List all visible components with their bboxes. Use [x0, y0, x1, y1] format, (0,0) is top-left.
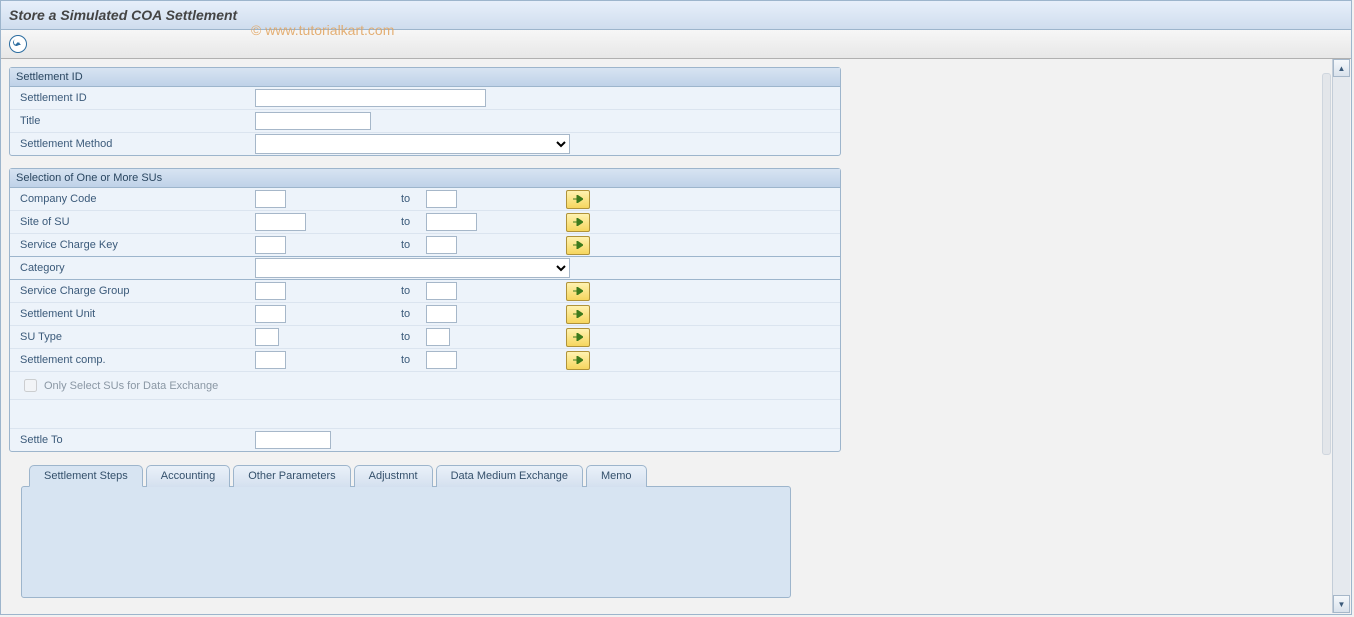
input-settlement-unit-to[interactable] — [426, 305, 457, 323]
input-company-code-to[interactable] — [426, 190, 457, 208]
tab-memo[interactable]: Memo — [586, 465, 647, 487]
execute-icon[interactable] — [9, 35, 27, 53]
groupbox-settlement-id: Settlement ID Settlement ID Title Settle… — [9, 67, 841, 156]
multiple-selection-company-code[interactable] — [566, 190, 590, 209]
input-service-charge-key-from[interactable] — [255, 236, 286, 254]
main-area: Settlement ID Settlement ID Title Settle… — [1, 59, 1351, 614]
multiple-selection-su-type[interactable] — [566, 328, 590, 347]
spacer-row — [10, 399, 840, 428]
input-su-type-to[interactable] — [426, 328, 450, 346]
groupbox-header-selection-sus: Selection of One or More SUs — [10, 169, 840, 188]
input-settlement-comp-from[interactable] — [255, 351, 286, 369]
groupbox-body-settlement-id: Settlement ID Title Settlement Method — [10, 87, 840, 155]
tab-other-parameters[interactable]: Other Parameters — [233, 465, 350, 487]
tab-accounting[interactable]: Accounting — [146, 465, 230, 487]
tab-data-medium-exchange[interactable]: Data Medium Exchange — [436, 465, 583, 487]
scroll-down-icon[interactable]: ▼ — [1333, 595, 1350, 613]
label-category: Category — [10, 262, 255, 274]
input-settlement-comp-to[interactable] — [426, 351, 457, 369]
label-to-settlement-unit: to — [401, 308, 426, 320]
input-su-type-from[interactable] — [255, 328, 279, 346]
input-service-charge-key-to[interactable] — [426, 236, 457, 254]
groupbox-selection-sus: Selection of One or More SUs Company Cod… — [9, 168, 841, 452]
tab-adjustmnt[interactable]: Adjustmnt — [354, 465, 433, 487]
label-site-su: Site of SU — [10, 216, 255, 228]
toolbar: © www.tutorialkart.com — [1, 30, 1351, 59]
input-company-code-from[interactable] — [255, 190, 286, 208]
row-only-select: Only Select SUs for Data Exchange — [10, 371, 840, 399]
label-only-select-sus: Only Select SUs for Data Exchange — [44, 380, 218, 392]
tab-body — [21, 486, 791, 598]
label-service-charge-key: Service Charge Key — [10, 239, 255, 251]
groupbox-header-settlement-id: Settlement ID — [10, 68, 840, 87]
label-su-type: SU Type — [10, 331, 255, 343]
input-settlement-unit-from[interactable] — [255, 305, 286, 323]
label-title: Title — [10, 115, 255, 127]
screen-root: Store a Simulated COA Settlement © www.t… — [0, 0, 1352, 615]
input-settle-to[interactable] — [255, 431, 331, 449]
label-to-su-type: to — [401, 331, 426, 343]
tabs-row: Settlement Steps Accounting Other Parame… — [21, 464, 791, 486]
input-service-charge-group-from[interactable] — [255, 282, 286, 300]
select-settlement-method[interactable] — [255, 134, 570, 154]
input-site-su-from[interactable] — [255, 213, 306, 231]
tabstrip: Settlement Steps Accounting Other Parame… — [21, 464, 791, 598]
label-settlement-method: Settlement Method — [10, 138, 255, 150]
multiple-selection-settlement-comp[interactable] — [566, 351, 590, 370]
checkbox-only-select-sus — [24, 379, 37, 392]
multiple-selection-service-charge-group[interactable] — [566, 282, 590, 301]
title-bar: Store a Simulated COA Settlement — [1, 1, 1351, 30]
groupbox-body-selection-sus: Company Code to Site of SU to — [10, 188, 840, 451]
input-site-su-to[interactable] — [426, 213, 477, 231]
label-to-site-su: to — [401, 216, 426, 228]
label-company-code: Company Code — [10, 193, 255, 205]
label-settlement-unit: Settlement Unit — [10, 308, 255, 320]
input-service-charge-group-to[interactable] — [426, 282, 457, 300]
label-to-settlement-comp: to — [401, 354, 426, 366]
multiple-selection-site-su[interactable] — [566, 213, 590, 232]
select-category[interactable] — [255, 258, 570, 278]
multiple-selection-settlement-unit[interactable] — [566, 305, 590, 324]
label-service-charge-group: Service Charge Group — [10, 285, 255, 297]
label-settle-to: Settle To — [10, 434, 255, 446]
input-settlement-id[interactable] — [255, 89, 486, 107]
input-title[interactable] — [255, 112, 371, 130]
label-to-service-charge-key: to — [401, 239, 426, 251]
label-settlement-comp: Settlement comp. — [10, 354, 255, 366]
scrollbar-inner-track[interactable] — [1322, 73, 1331, 455]
label-settlement-id: Settlement ID — [10, 92, 255, 104]
tab-settlement-steps[interactable]: Settlement Steps — [29, 465, 143, 487]
scrollbar-vertical[interactable]: ▲ ▼ — [1332, 59, 1350, 613]
label-to-service-charge-group: to — [401, 285, 426, 297]
label-to-company-code: to — [401, 193, 426, 205]
multiple-selection-service-charge-key[interactable] — [566, 236, 590, 255]
page-title: Store a Simulated COA Settlement — [9, 7, 237, 23]
scroll-up-icon[interactable]: ▲ — [1333, 59, 1350, 77]
